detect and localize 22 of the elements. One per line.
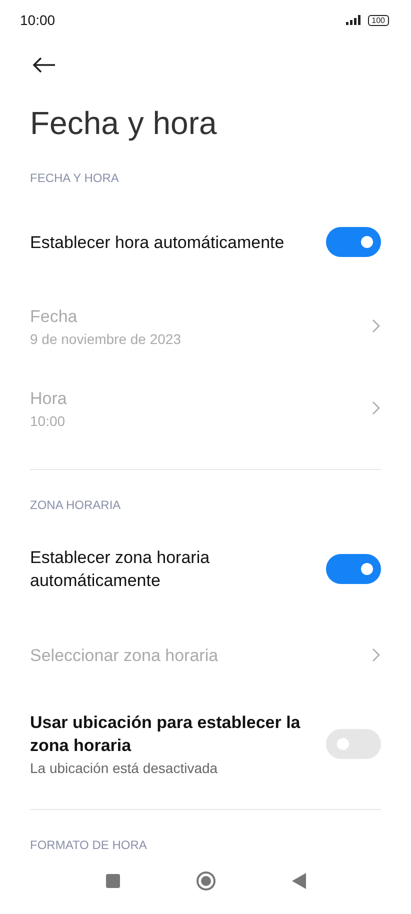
section-header: FORMATO DE HORA (30, 838, 148, 852)
status-time: 10:00 (20, 12, 56, 28)
recents-icon[interactable] (106, 874, 120, 888)
toggle-switch[interactable] (326, 728, 381, 758)
setting-title[interactable]: Usar ubicación para establecer la zona horaria (30, 711, 310, 757)
battery-indicator: 100 (368, 14, 389, 26)
setting-title[interactable]: Establecer zona horaria automáticamente (30, 546, 310, 592)
setting-title[interactable]: Establecer hora automáticamente (30, 230, 284, 254)
chevron-icon (372, 319, 380, 333)
setting-subtitle: La ubicación está desactivada (30, 760, 219, 776)
home-icon[interactable] (196, 871, 216, 891)
back-nav-icon[interactable] (292, 873, 306, 889)
section-header: ZONA HORARIA (30, 498, 122, 512)
chevron-icon (372, 648, 380, 662)
toggle-switch[interactable] (326, 554, 381, 584)
page-title: Fecha y hora (30, 104, 218, 143)
chevron-icon (372, 401, 380, 415)
toggle-switch[interactable] (326, 227, 381, 257)
section-header: FECHA Y HORA (30, 171, 120, 185)
setting-subtitle: 10:00 (30, 413, 66, 429)
back-icon[interactable] (32, 57, 56, 73)
setting-subtitle: 9 de noviembre de 2023 (30, 331, 181, 347)
